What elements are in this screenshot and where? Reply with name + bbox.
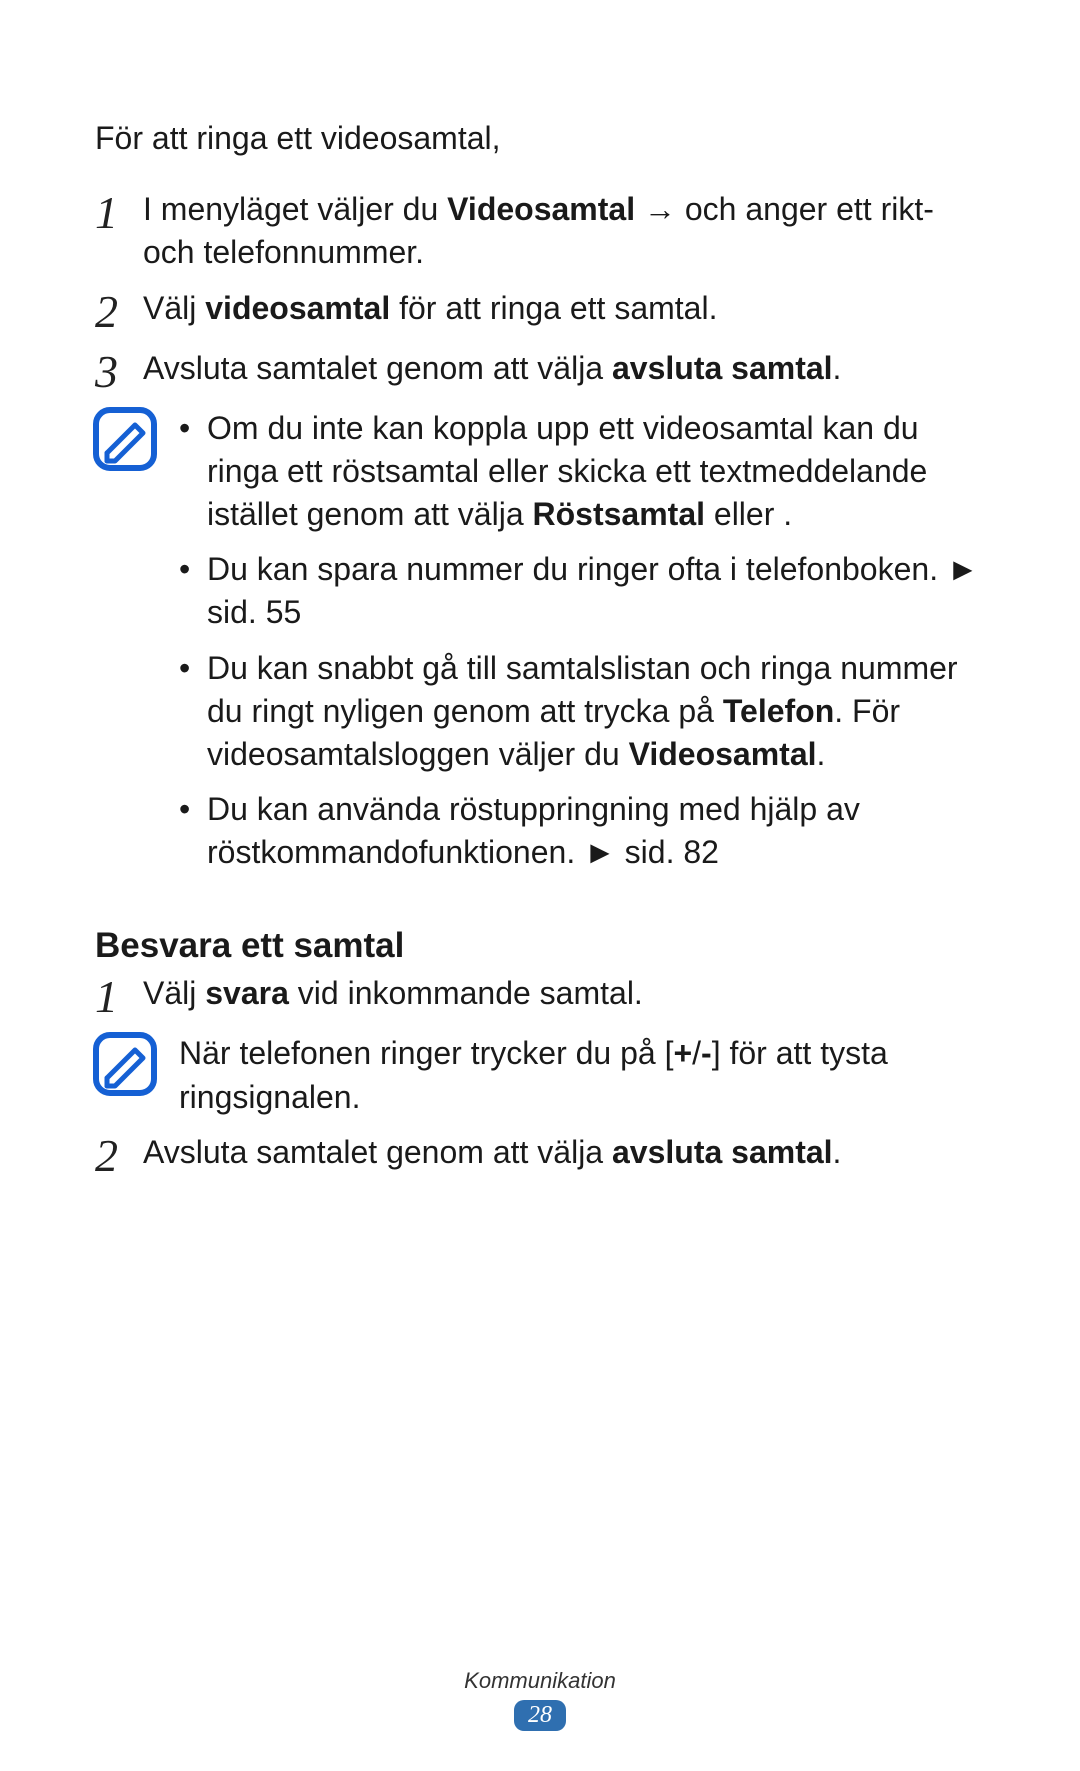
step-number: 1 bbox=[95, 188, 143, 236]
step-1: 1 Välj svara vid inkommande samtal. bbox=[95, 972, 985, 1020]
step-2: 2 Välj videosamtal för att ringa ett sam… bbox=[95, 287, 985, 335]
page-number-badge: 28 bbox=[514, 1700, 566, 1731]
arrow-icon: → bbox=[635, 191, 685, 227]
text: för att ringa ett samtal. bbox=[390, 290, 717, 326]
video-call-steps: 1 I menyläget väljer du Videosamtal → oc… bbox=[95, 188, 985, 394]
step-1: 1 I menyläget väljer du Videosamtal → oc… bbox=[95, 188, 985, 274]
text: . bbox=[833, 350, 842, 386]
text: / bbox=[692, 1035, 701, 1071]
text: Välj bbox=[143, 975, 205, 1011]
subheading: Besvara ett samtal bbox=[95, 926, 985, 966]
text: Avsluta samtalet genom att välja bbox=[143, 1134, 612, 1170]
note-icon bbox=[93, 1032, 157, 1096]
step-2: 2 Avsluta samtalet genom att välja avslu… bbox=[95, 1131, 985, 1179]
note-block: När telefonen ringer trycker du på [+/-]… bbox=[95, 1032, 985, 1118]
bold-text: Videosamtal bbox=[629, 736, 817, 772]
text: eller . bbox=[705, 496, 792, 532]
text: vid inkommande samtal. bbox=[289, 975, 643, 1011]
text: När telefonen ringer trycker du på [ bbox=[179, 1035, 673, 1071]
step-number: 3 bbox=[95, 347, 143, 395]
answer-call-steps: 1 Välj svara vid inkommande samtal. bbox=[95, 972, 985, 1020]
intro-text: För att ringa ett videosamtal, bbox=[95, 117, 985, 160]
note-bullet: Du kan snabbt gå till samtalslistan och … bbox=[179, 647, 985, 777]
bold-text: avsluta samtal bbox=[612, 350, 833, 386]
page-footer: Kommunikation 28 bbox=[0, 1668, 1080, 1731]
bold-text: videosamtal bbox=[205, 290, 390, 326]
step-number: 1 bbox=[95, 972, 143, 1020]
step-body: I menyläget väljer du Videosamtal → och … bbox=[143, 188, 985, 274]
note-icon bbox=[93, 407, 157, 471]
note-bullet: Du kan använda röstuppringning med hjälp… bbox=[179, 788, 985, 874]
answer-call-steps-cont: 2 Avsluta samtalet genom att välja avslu… bbox=[95, 1131, 985, 1179]
bold-text: Videosamtal bbox=[447, 191, 635, 227]
document-page: För att ringa ett videosamtal, 1 I menyl… bbox=[0, 0, 1080, 1771]
bold-text: Röstsamtal bbox=[533, 496, 706, 532]
step-body: Avsluta samtalet genom att välja avsluta… bbox=[143, 1131, 985, 1174]
step-body: Avsluta samtalet genom att välja avsluta… bbox=[143, 347, 985, 390]
bold-text: avsluta samtal bbox=[612, 1134, 833, 1170]
note-body: När telefonen ringer trycker du på [+/-]… bbox=[179, 1032, 985, 1118]
note-body: Om du inte kan koppla upp ett videosamta… bbox=[179, 407, 985, 887]
step-number: 2 bbox=[95, 287, 143, 335]
note-bullet: Om du inte kan koppla upp ett videosamta… bbox=[179, 407, 985, 537]
note-block: Om du inte kan koppla upp ett videosamta… bbox=[95, 407, 985, 887]
note-bullet: Du kan spara nummer du ringer ofta i tel… bbox=[179, 548, 985, 634]
footer-section-label: Kommunikation bbox=[0, 1668, 1080, 1694]
text: Välj bbox=[143, 290, 205, 326]
bold-text: Telefon bbox=[723, 693, 834, 729]
text: Avsluta samtalet genom att välja bbox=[143, 350, 612, 386]
bold-text: - bbox=[701, 1035, 712, 1071]
text: . bbox=[817, 736, 826, 772]
step-body: Välj svara vid inkommande samtal. bbox=[143, 972, 985, 1015]
step-number: 2 bbox=[95, 1131, 143, 1179]
bold-text: svara bbox=[205, 975, 289, 1011]
step-body: Välj videosamtal för att ringa ett samta… bbox=[143, 287, 985, 330]
bold-text: + bbox=[673, 1035, 692, 1071]
text: I menyläget väljer du bbox=[143, 191, 447, 227]
text: . bbox=[833, 1134, 842, 1170]
step-3: 3 Avsluta samtalet genom att välja avslu… bbox=[95, 347, 985, 395]
